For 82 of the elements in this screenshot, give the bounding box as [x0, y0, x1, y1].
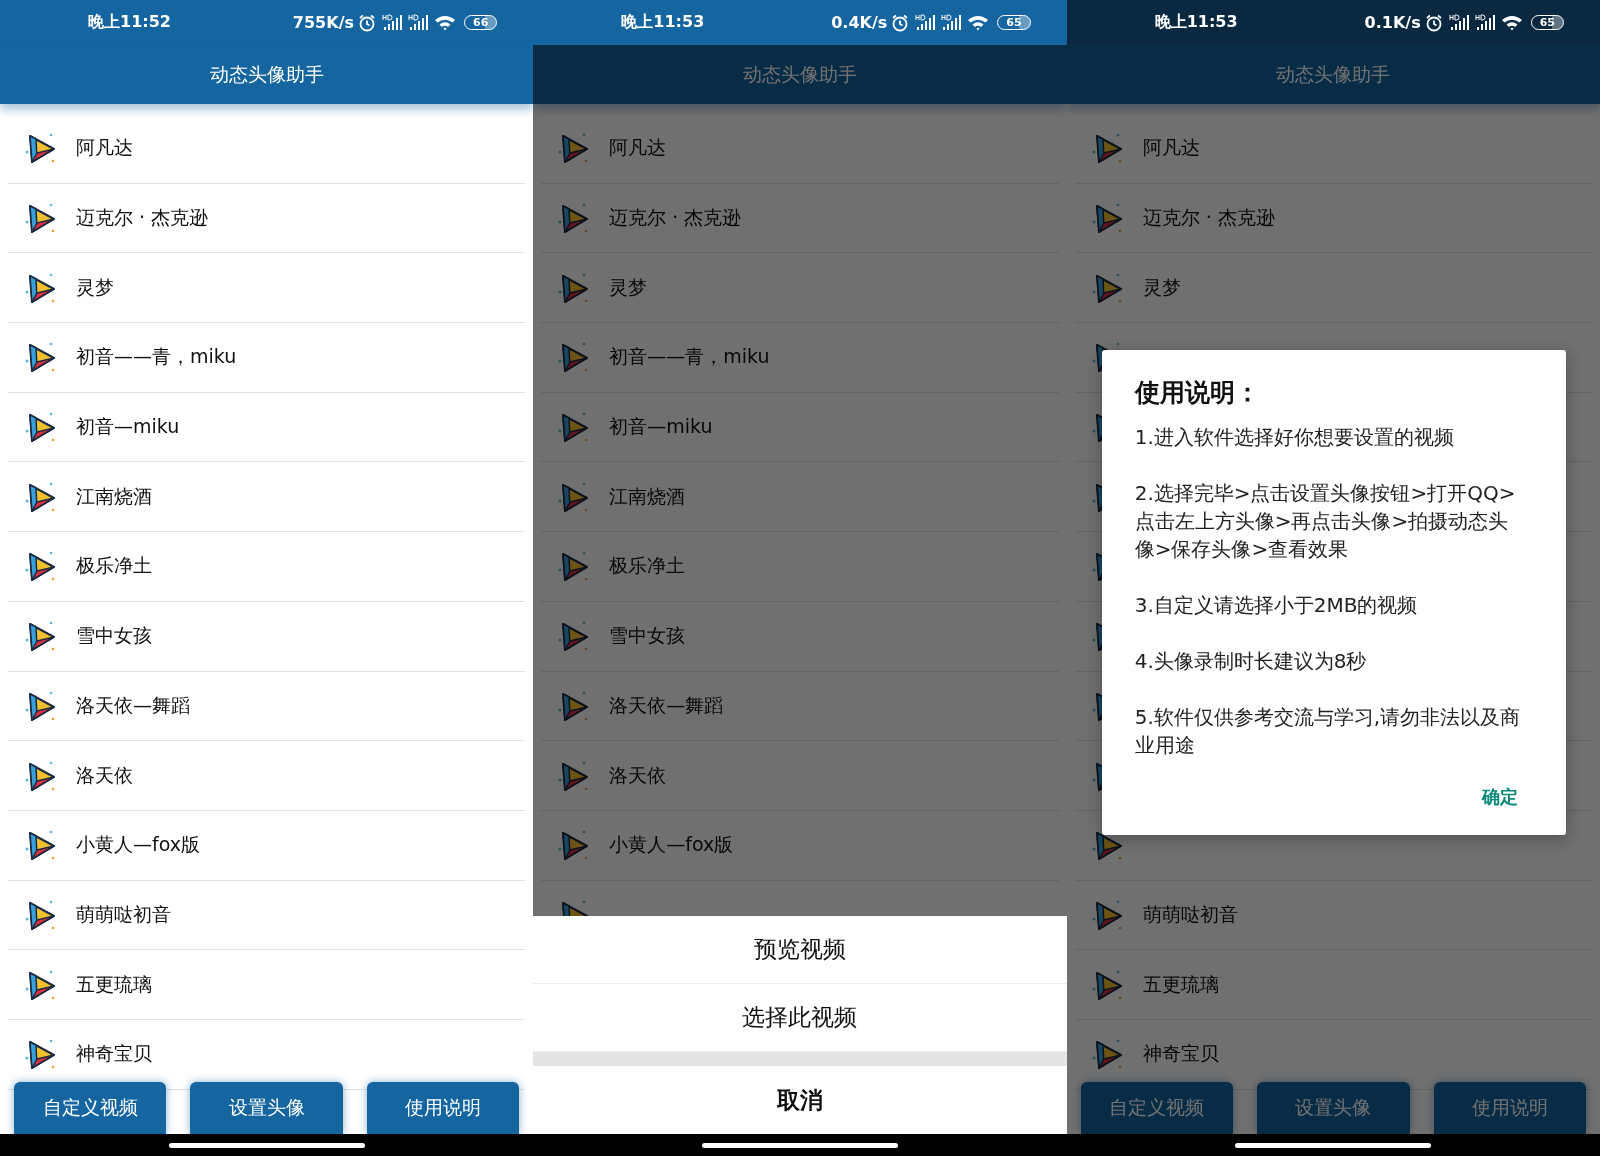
status-time: 晚上11:53	[1154, 12, 1239, 33]
status-time: 晚上11:53	[621, 12, 706, 33]
home-indicator[interactable]	[1235, 1142, 1432, 1148]
dialog-text: 5.软件仅供参考交流与学习,请勿非法以及商业用途	[1134, 704, 1522, 759]
alarm-icon	[891, 13, 910, 32]
video-title[interactable]: 初音—miku	[76, 414, 180, 441]
home-indicator[interactable]	[168, 1142, 365, 1148]
video-title[interactable]: 初音——青，miku	[76, 344, 237, 371]
app-title: 动态头像助手	[1066, 45, 1600, 104]
alarm-icon	[358, 13, 376, 32]
video-title[interactable]: 五更琉璃	[76, 971, 152, 998]
video-title[interactable]: 江南烧酒	[76, 483, 152, 510]
dialog-text: 1.进入软件选择好你想要设置的视频	[1134, 424, 1455, 451]
play-icon	[24, 410, 58, 445]
wifi-icon	[1500, 13, 1523, 32]
video-title[interactable]: 灵梦	[609, 274, 648, 301]
video-title[interactable]: 极乐净土	[76, 553, 152, 580]
signal-icon	[408, 13, 430, 32]
wifi-icon	[967, 13, 990, 32]
video-title[interactable]: 萌萌哒初音	[76, 901, 171, 928]
battery-icon: 65	[997, 15, 1031, 30]
action-button[interactable]: 设置头像	[190, 1082, 343, 1134]
video-title[interactable]: 阿凡达	[76, 135, 133, 162]
video-title[interactable]: 五更琉璃	[1142, 971, 1219, 998]
video-title[interactable]: 阿凡达	[1142, 135, 1200, 162]
signal-icon	[382, 13, 404, 32]
video-title[interactable]: 雪中女孩	[609, 623, 686, 650]
video-title[interactable]: 洛天依—舞蹈	[76, 692, 190, 719]
play-icon	[24, 340, 58, 375]
status-time: 晚上11:52	[88, 12, 172, 33]
play-icon	[1090, 201, 1125, 236]
battery-icon: 65	[1530, 15, 1564, 30]
action-button[interactable]: 使用说明	[366, 1082, 520, 1134]
video-title[interactable]: 小黄人—fox版	[76, 832, 200, 859]
wifi-icon	[434, 13, 456, 32]
video-title[interactable]: 灵梦	[76, 274, 114, 301]
signal-icon	[915, 13, 938, 32]
signal-icon	[1448, 13, 1471, 32]
action-button[interactable]: 使用说明	[1433, 1082, 1586, 1134]
video-title[interactable]: 灵梦	[1142, 274, 1181, 301]
video-title[interactable]: 神奇宝贝	[1142, 1041, 1219, 1068]
video-title[interactable]: 迈克尔 · 杰克逊	[609, 205, 742, 232]
signal-icon	[941, 13, 964, 32]
action-button[interactable]: 设置头像	[1257, 1082, 1410, 1134]
play-icon	[24, 1037, 58, 1072]
play-icon	[1090, 131, 1125, 166]
video-title[interactable]: 迈克尔 · 杰克逊	[76, 205, 209, 232]
network-speed: 0.4K/s	[831, 13, 888, 32]
video-title[interactable]: 阿凡达	[609, 135, 667, 162]
video-title[interactable]: 萌萌哒初音	[1142, 901, 1238, 928]
video-title[interactable]: 洛天依—舞蹈	[609, 692, 724, 719]
play-icon	[24, 828, 58, 863]
video-title[interactable]: 迈克尔 · 杰克逊	[1142, 205, 1275, 232]
video-title[interactable]: 雪中女孩	[76, 623, 152, 650]
action-button[interactable]: 自定义视频	[14, 1082, 167, 1134]
play-icon	[24, 549, 58, 584]
home-indicator[interactable]	[702, 1142, 898, 1148]
play-icon	[1090, 1037, 1125, 1072]
play-icon	[24, 201, 58, 236]
dialog-text: 4.头像录制时长建议为8秒	[1134, 648, 1368, 675]
battery-icon: 66	[464, 15, 498, 30]
dialog-title: 使用说明：	[1134, 377, 1261, 409]
confirm-button[interactable]: 确定	[1474, 781, 1526, 813]
video-title[interactable]: 洛天依	[76, 762, 133, 789]
video-title[interactable]: 初音——青，miku	[609, 344, 770, 371]
video-title[interactable]: 洛天依	[609, 762, 667, 789]
network-speed: 0.1K/s	[1364, 13, 1421, 32]
signal-icon	[1474, 13, 1497, 32]
video-title[interactable]: 江南烧酒	[609, 483, 686, 510]
dialog-text: 3.自定义请选择小于2MB的视频	[1134, 592, 1419, 619]
video-title[interactable]: 初音—miku	[609, 414, 713, 441]
dialog-text: 2.选择完毕>点击设置头像按钮>打开QQ>点击左上方头像>再点击头像>拍摄动态头像>保存头像>查看效果	[1134, 480, 1517, 563]
play-icon	[24, 619, 58, 654]
action-button[interactable]: 自定义视频	[1080, 1082, 1234, 1134]
app-title: 动态头像助手	[0, 45, 534, 104]
alarm-icon	[1424, 13, 1443, 32]
video-title[interactable]: 小黄人—fox版	[609, 832, 734, 859]
app-title: 动态头像助手	[533, 45, 1067, 104]
video-title[interactable]: 神奇宝贝	[76, 1041, 152, 1068]
network-speed: 755K/s	[292, 13, 354, 32]
play-icon	[24, 131, 58, 166]
video-title[interactable]: 极乐净土	[609, 553, 686, 580]
